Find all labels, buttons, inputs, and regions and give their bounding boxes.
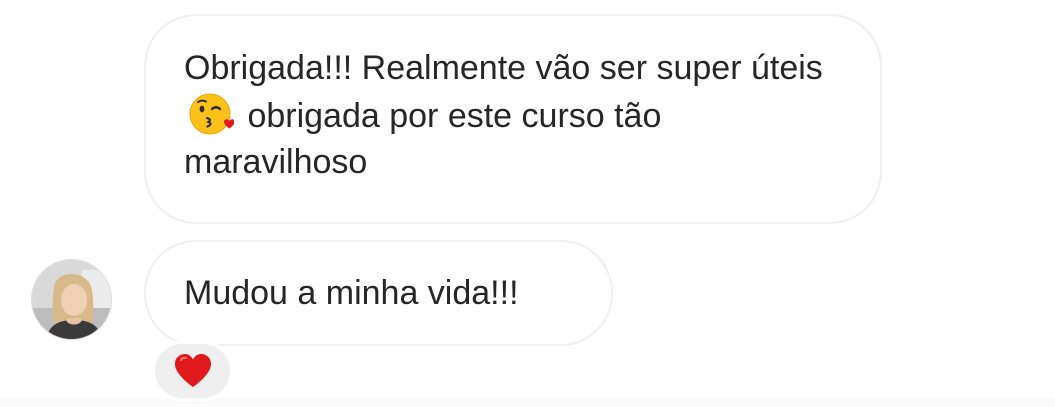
reaction-badge[interactable] bbox=[152, 341, 233, 401]
user-avatar-photo bbox=[32, 260, 111, 339]
message-text: Mudou a minha vida!!! bbox=[184, 274, 519, 312]
thread-bottom-area bbox=[0, 398, 1055, 407]
message-bubble[interactable]: Mudou a minha vida!!! bbox=[144, 240, 613, 346]
message-text-continued: obrigada por este curso tão maravilhoso bbox=[184, 97, 662, 181]
message-bubble[interactable]: Obrigada!!! Realmente vão ser super útei… bbox=[144, 14, 882, 224]
message-text: Obrigada!!! Realmente vão ser super útei… bbox=[184, 49, 823, 87]
avatar[interactable] bbox=[31, 259, 112, 340]
red-heart-icon bbox=[174, 354, 211, 387]
kissing-face-with-heart-emoji bbox=[189, 93, 234, 135]
